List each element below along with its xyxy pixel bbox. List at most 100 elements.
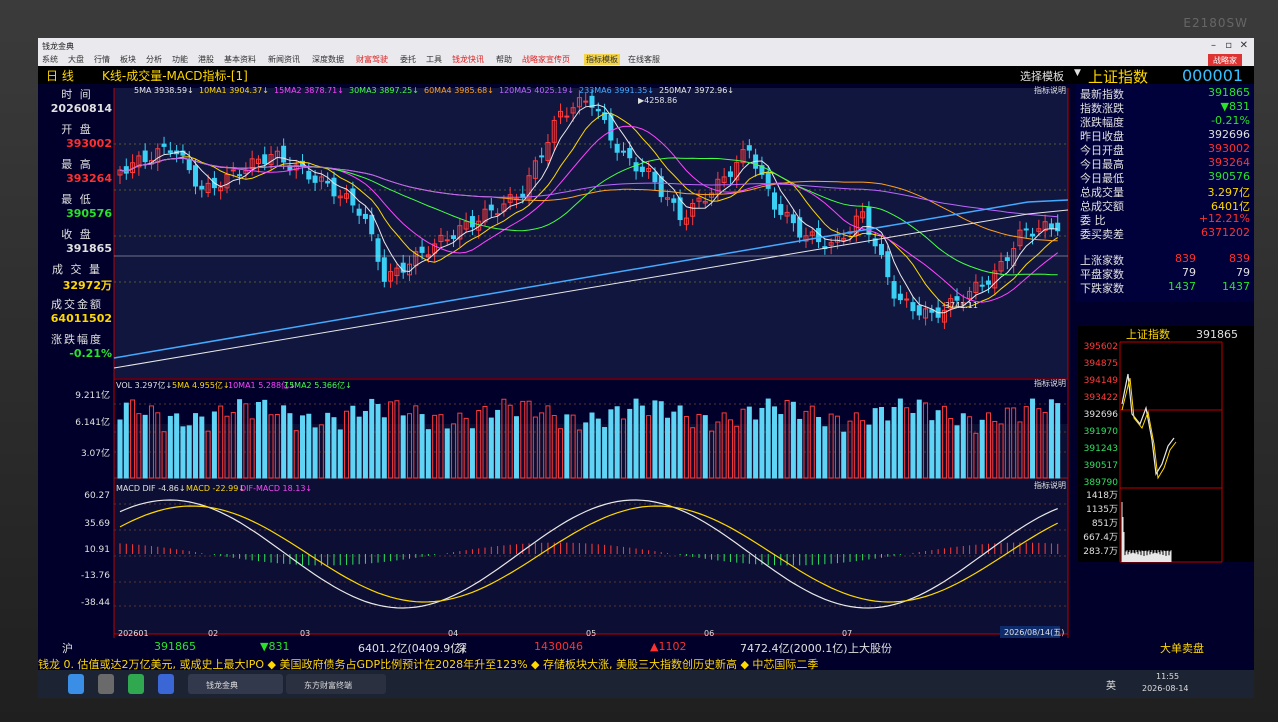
- volume-bar: [702, 415, 708, 479]
- menu-item-13[interactable]: 钱龙快讯: [452, 54, 484, 65]
- menu-item-15[interactable]: 战略家宣传页: [522, 54, 570, 65]
- menu-item-8[interactable]: 新闻资讯: [268, 54, 300, 65]
- indicator-help-macd: 指标说明: [1034, 480, 1066, 490]
- macd-ylabel-1: 35.69: [84, 519, 110, 529]
- volume-bar: [262, 399, 268, 479]
- volume-bar: [878, 406, 884, 479]
- menu-item-2[interactable]: 行情: [94, 54, 110, 65]
- mini-vol-label-0: 1418万: [1086, 491, 1118, 501]
- mini-price-label-3: 393422: [1084, 393, 1118, 403]
- x-tick-5: 06: [704, 629, 714, 638]
- volume-bar: [1030, 398, 1036, 479]
- quote-row: 昨日收盘 392696: [1080, 128, 1250, 143]
- volume-bar: [1048, 399, 1054, 479]
- quote-value: 6371202: [1201, 226, 1250, 239]
- volume-bar: [287, 413, 293, 479]
- quote-row: 指数涨跌 ▼831: [1080, 100, 1250, 115]
- macd-legend-1: MACD -22.99↓: [186, 484, 245, 493]
- breadth-key: 下跌家数: [1080, 282, 1124, 295]
- left-label-4: 收 盘: [61, 228, 93, 241]
- candle-body: [142, 150, 148, 163]
- menu-item-12[interactable]: 工具: [426, 54, 442, 65]
- mini-price-label-0: 395602: [1084, 342, 1118, 352]
- sz-value: 1430046: [534, 640, 583, 653]
- breadth-value-1: 1437: [1168, 280, 1196, 293]
- candle-body: [671, 198, 677, 203]
- menu-item-16[interactable]: 指标模板: [584, 54, 620, 65]
- macd-ylabel-4: -38.44: [81, 598, 110, 608]
- candle-body: [199, 185, 205, 190]
- taskbar-app-qianlong[interactable]: 钱龙金典: [188, 674, 283, 694]
- menu-item-7[interactable]: 基本资料: [224, 54, 256, 65]
- kline-panel-bg: [114, 88, 1068, 378]
- menu-item-0[interactable]: 系统: [42, 54, 58, 65]
- x-tick-0: 202601: [118, 629, 149, 638]
- left-label-1: 开 盘: [61, 123, 93, 136]
- template-select[interactable]: 选择模板: [1020, 68, 1064, 84]
- candle-body: [778, 204, 784, 215]
- menu-item-4[interactable]: 分析: [146, 54, 162, 65]
- volume-bar: [1055, 403, 1061, 479]
- left-value-1: 393002: [66, 137, 112, 150]
- chart-area[interactable]: 5MA 3938.59↓ 10MA1 3904.37↓ 15MA2 3878.71↓…: [38, 84, 1254, 638]
- candle-body: [633, 162, 639, 172]
- menu-item-11[interactable]: 委托: [400, 54, 416, 65]
- volume-bar: [211, 411, 217, 479]
- period-label[interactable]: 日 线: [46, 67, 74, 84]
- ai-icon[interactable]: [158, 674, 174, 694]
- quote-value: 393002: [1208, 142, 1250, 155]
- vol-legend-1: 5MA 4.955亿↓: [172, 380, 230, 390]
- menu-item-9[interactable]: 深度数据: [312, 54, 344, 65]
- menu-item-1[interactable]: 大盘: [68, 54, 84, 65]
- ma-legend-5: 120MA5 4025.19↓: [499, 86, 574, 95]
- task-view-icon[interactable]: [98, 674, 114, 694]
- minimize-icon[interactable]: –: [1211, 40, 1216, 51]
- volume-bar: [513, 416, 519, 479]
- menu-item-10[interactable]: 财富驾驶: [356, 54, 388, 65]
- stock-name[interactable]: 上大股份: [848, 640, 892, 656]
- mini-price-label-1: 394875: [1084, 359, 1118, 369]
- quote-row: 最新指数 391865: [1080, 86, 1250, 101]
- candle-body: [362, 213, 368, 219]
- candle-body: [1048, 223, 1054, 229]
- menu-item-14[interactable]: 帮助: [496, 54, 512, 65]
- menu-item-6[interactable]: 港股: [198, 54, 214, 65]
- volume-bar: [822, 426, 828, 479]
- volume-bar: [866, 424, 872, 479]
- candle-body: [614, 143, 620, 153]
- volume-bar: [381, 417, 387, 479]
- quote-value: -0.21%: [1211, 114, 1250, 127]
- big-order-label[interactable]: 大单卖盘: [1160, 640, 1204, 656]
- volume-bar: [916, 399, 922, 479]
- volume-bar: [608, 409, 614, 479]
- menu-item-5[interactable]: 功能: [172, 54, 188, 65]
- left-value-7: -0.21%: [69, 347, 112, 360]
- candle-body: [488, 204, 494, 211]
- left-label-7: 涨跌幅度: [51, 333, 103, 346]
- quote-value: ▼831: [1220, 100, 1250, 113]
- browser-icon[interactable]: [128, 674, 144, 694]
- volume-bar: [627, 408, 633, 479]
- status-bar: 沪 391865 ▼831 6401.2亿(0409.9亿) 深 1430046…: [38, 638, 1254, 656]
- candle-body: [1030, 233, 1036, 237]
- volume-bar: [300, 415, 306, 479]
- left-value-6: 64011502: [50, 312, 112, 325]
- mini-price-label-5: 391970: [1084, 427, 1119, 437]
- menu-item-17[interactable]: 在线客服: [628, 54, 660, 65]
- candle-body: [381, 257, 387, 282]
- volume-bar: [369, 398, 375, 479]
- menu-item-3[interactable]: 板块: [120, 54, 136, 65]
- mini-price-label-8: 389790: [1084, 478, 1119, 488]
- close-icon[interactable]: ✕: [1240, 40, 1248, 51]
- maximize-icon[interactable]: ▫: [1225, 40, 1232, 51]
- candle-body: [639, 166, 645, 173]
- ime-indicator[interactable]: 英: [1106, 677, 1116, 692]
- sh-change: ▼831: [260, 640, 290, 653]
- candle-body: [652, 171, 658, 183]
- sz-label: 深: [456, 642, 467, 655]
- windows-start-icon[interactable]: [68, 674, 84, 694]
- news-ticker[interactable]: 钱龙 0. 估值或达2万亿美元, 或成史上最大IPO ◆ 美国政府债务占GDP比…: [38, 656, 1254, 670]
- taskbar-app-eastmoney[interactable]: 东方财富终端: [286, 674, 386, 694]
- vol-ylabel-2: 3.07亿: [81, 447, 110, 459]
- chevron-down-icon[interactable]: ▼: [1074, 68, 1081, 78]
